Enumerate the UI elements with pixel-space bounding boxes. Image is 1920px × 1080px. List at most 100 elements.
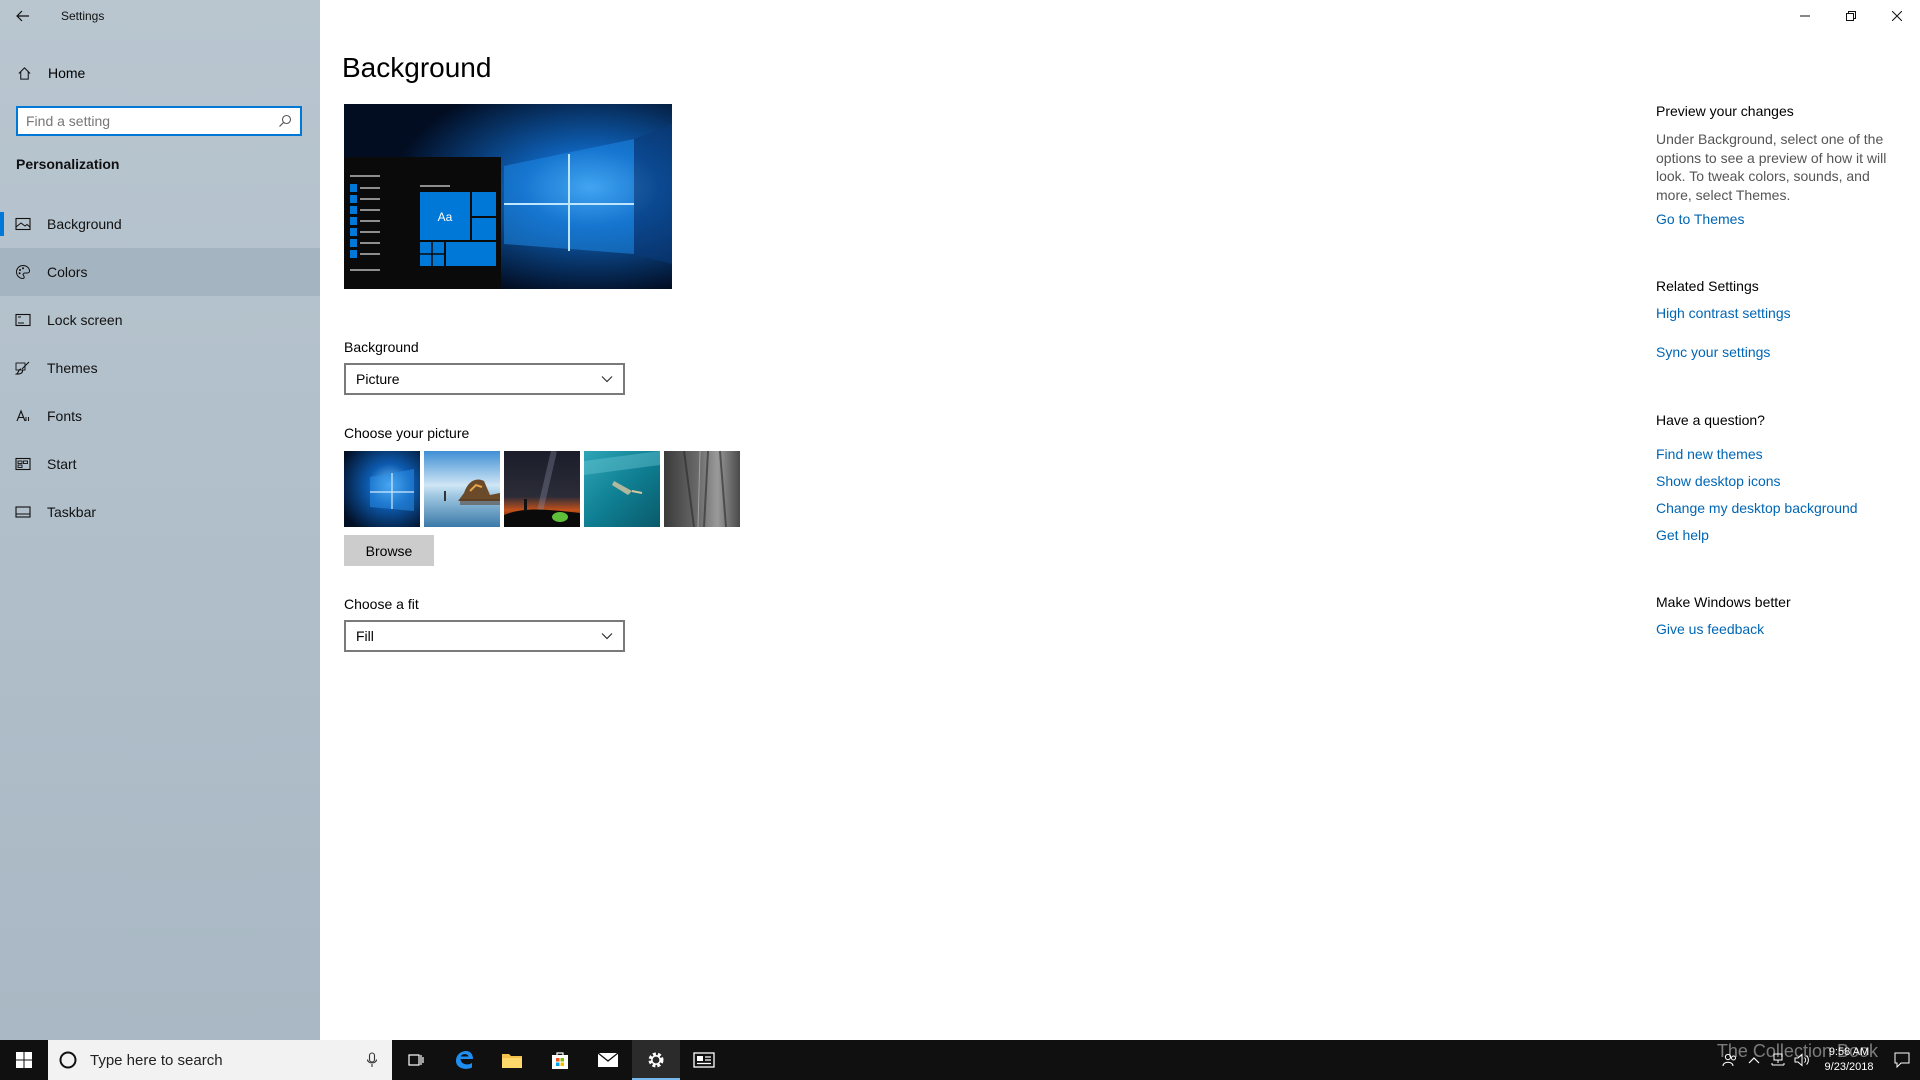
restore-icon (1846, 11, 1856, 21)
sidebar-item-lock-screen[interactable]: Lock screen (0, 296, 320, 344)
sidebar-item-label: Taskbar (47, 504, 97, 520)
sidebar-item-label: Colors (47, 264, 88, 280)
notification-icon (1894, 1052, 1910, 1068)
watermark-text: The Collection Book (1716, 1041, 1878, 1061)
cortana-icon (59, 1051, 77, 1069)
sidebar-nav: Background Colors Lock screen Themes Fon… (0, 200, 320, 536)
taskbar: Type here to search 9:58 AM 9/23/2018 (0, 1040, 1920, 1080)
clock-date: 9/23/2018 (1824, 1061, 1874, 1073)
fit-label: Choose a fit (344, 596, 419, 612)
action-center-button[interactable] (1884, 1040, 1920, 1080)
app-title: Settings (61, 9, 105, 23)
picture-thumbnail-night-sky[interactable] (504, 451, 580, 527)
sidebar: Settings Home Personalization Background… (0, 0, 320, 1040)
picture-icon (15, 216, 31, 232)
high-contrast-link[interactable]: High contrast settings (1656, 305, 1791, 321)
chevron-down-icon (601, 633, 613, 640)
fit-dropdown-value: Fill (356, 628, 374, 644)
picture-thumbnail-rock[interactable] (664, 451, 740, 527)
search-icon (279, 114, 292, 127)
sidebar-item-themes[interactable]: Themes (0, 344, 320, 392)
feedback-link[interactable]: Give us feedback (1656, 621, 1764, 637)
settings-search-box[interactable] (16, 106, 302, 136)
gear-icon (648, 1052, 664, 1068)
background-dropdown[interactable]: Picture (344, 363, 625, 395)
background-preview: Aa (344, 104, 672, 289)
sidebar-item-label: Lock screen (47, 312, 123, 328)
sidebar-item-fonts[interactable]: Fonts (0, 392, 320, 440)
settings-taskbar-button[interactable] (632, 1040, 680, 1080)
chevron-down-icon (601, 376, 613, 383)
sidebar-home-label: Home (48, 65, 86, 81)
lock-screen-icon (15, 312, 31, 328)
picture-thumbnail-beach[interactable] (424, 451, 500, 527)
show-desktop-icons-link[interactable]: Show desktop icons (1656, 473, 1781, 489)
sidebar-item-colors[interactable]: Colors (0, 248, 320, 296)
taskbar-search-box[interactable]: Type here to search (48, 1040, 392, 1080)
browse-button[interactable]: Browse (344, 535, 434, 566)
sidebar-item-label: Themes (47, 360, 98, 376)
picture-thumbnails (344, 451, 740, 527)
window-controls (1782, 0, 1920, 32)
close-button[interactable] (1874, 0, 1920, 32)
desktop-preview-image: Aa (344, 104, 672, 289)
sidebar-home[interactable]: Home (0, 58, 320, 88)
change-background-link[interactable]: Change my desktop background (1656, 500, 1858, 516)
sidebar-item-taskbar[interactable]: Taskbar (0, 488, 320, 536)
taskbar-search-placeholder: Type here to search (90, 1051, 223, 1069)
title-bar: Settings (0, 0, 320, 32)
page-title: Background (342, 52, 492, 83)
picture-thumbnail-windows[interactable] (344, 451, 420, 527)
choose-picture-label: Choose your picture (344, 425, 470, 441)
sidebar-item-label: Start (47, 456, 77, 472)
restore-button[interactable] (1828, 0, 1874, 32)
store-bag-icon (552, 1052, 568, 1069)
picture-thumbnail-underwater[interactable] (584, 451, 660, 527)
sync-settings-link[interactable]: Sync your settings (1656, 344, 1770, 360)
preview-description: Under Background, select one of the opti… (1656, 131, 1887, 203)
start-button[interactable] (0, 1040, 48, 1080)
folder-icon (502, 1054, 522, 1068)
microphone-icon (366, 1052, 378, 1067)
background-dropdown-value: Picture (356, 371, 400, 387)
background-label: Background (344, 339, 419, 355)
sidebar-item-background[interactable]: Background (0, 200, 320, 248)
main-content: Background Aa Background Picture Choose … (342, 0, 1622, 1040)
store-button[interactable] (536, 1040, 584, 1080)
task-view-icon (408, 1054, 424, 1066)
news-icon (693, 1052, 715, 1068)
mail-icon (597, 1052, 619, 1067)
home-icon (18, 66, 31, 80)
close-icon (1892, 11, 1902, 21)
find-themes-link[interactable]: Find new themes (1656, 446, 1763, 462)
settings-search-input[interactable] (26, 113, 278, 129)
back-button[interactable] (0, 0, 46, 32)
question-heading: Have a question? (1656, 412, 1765, 428)
task-view-button[interactable] (392, 1040, 440, 1080)
related-settings-heading: Related Settings (1656, 278, 1759, 294)
edge-icon (456, 1051, 473, 1069)
taskbar-icon (15, 504, 31, 520)
section-title: Personalization (16, 156, 120, 172)
sidebar-item-label: Background (47, 216, 122, 232)
minimize-button[interactable] (1782, 0, 1828, 32)
fit-dropdown[interactable]: Fill (344, 620, 625, 652)
font-icon (15, 408, 31, 424)
mail-button[interactable] (584, 1040, 632, 1080)
minimize-icon (1800, 15, 1810, 17)
preview-tile-text: Aa (438, 210, 453, 224)
get-help-link[interactable]: Get help (1656, 527, 1709, 543)
edge-browser-button[interactable] (440, 1040, 488, 1080)
sidebar-item-label: Fonts (47, 408, 83, 424)
windows-logo-icon (16, 1052, 32, 1068)
back-arrow-icon (16, 10, 29, 22)
sidebar-item-start[interactable]: Start (0, 440, 320, 488)
brush-icon (15, 360, 31, 376)
preview-heading: Preview your changes (1656, 103, 1794, 119)
make-windows-better-heading: Make Windows better (1656, 594, 1791, 610)
palette-icon (15, 264, 31, 280)
news-button[interactable] (680, 1040, 728, 1080)
start-icon (15, 456, 31, 472)
go-to-themes-link[interactable]: Go to Themes (1656, 211, 1744, 227)
file-explorer-button[interactable] (488, 1040, 536, 1080)
